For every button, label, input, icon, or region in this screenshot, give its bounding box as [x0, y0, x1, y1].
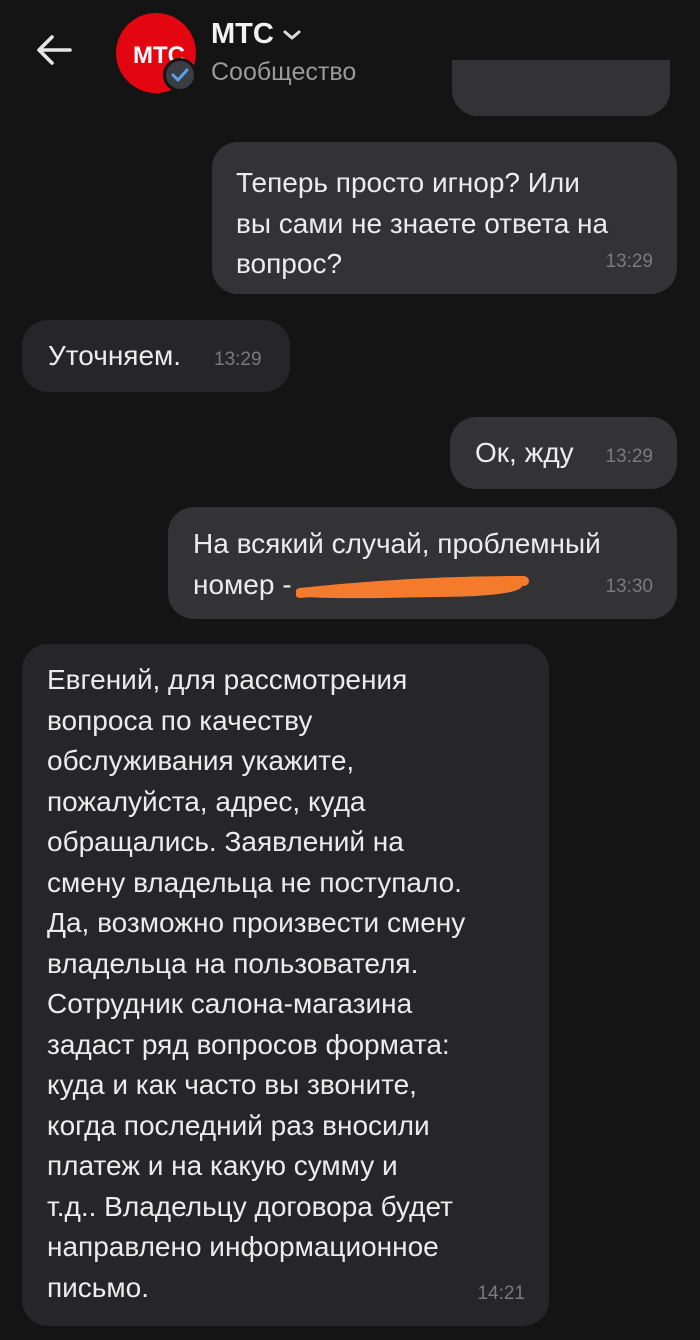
- message-time: 13:30: [605, 575, 653, 597]
- message-text: Уточняем.: [48, 340, 182, 371]
- message-text: Евгений, для рассмотрения вопроса по кач…: [47, 664, 466, 1303]
- message-bubble-outgoing[interactable]: Ок, жду 13:29: [450, 417, 677, 489]
- message-text: Ок, жду: [475, 437, 574, 468]
- verified-badge: [163, 58, 197, 92]
- community-avatar[interactable]: МТС: [116, 13, 200, 97]
- page-title: МТС: [211, 18, 274, 50]
- chevron-down-icon: [283, 30, 301, 39]
- back-button[interactable]: [30, 26, 78, 74]
- arrow-left-icon: [37, 35, 72, 65]
- chat-subtitle: Сообщество: [211, 58, 357, 86]
- message-time: 13:29: [605, 250, 653, 272]
- message-bubble-incoming[interactable]: Уточняем. 13:29: [22, 320, 290, 392]
- message-bubble-partial: [452, 60, 670, 116]
- message-time: 13:29: [605, 445, 653, 467]
- message-bubble-outgoing[interactable]: Теперь просто игнор? Или вы сами не знае…: [212, 142, 677, 294]
- message-bubble-outgoing[interactable]: На всякий случай, проблемный номер - 13:…: [168, 507, 677, 619]
- message-time: 13:29: [214, 348, 262, 370]
- redaction-scribble: [296, 576, 529, 599]
- message-time: 14:21: [477, 1282, 525, 1304]
- check-badge-icon: [171, 68, 189, 82]
- chat-title-button[interactable]: МТС: [211, 18, 302, 51]
- message-bubble-incoming[interactable]: Евгений, для рассмотрения вопроса по кач…: [22, 644, 549, 1326]
